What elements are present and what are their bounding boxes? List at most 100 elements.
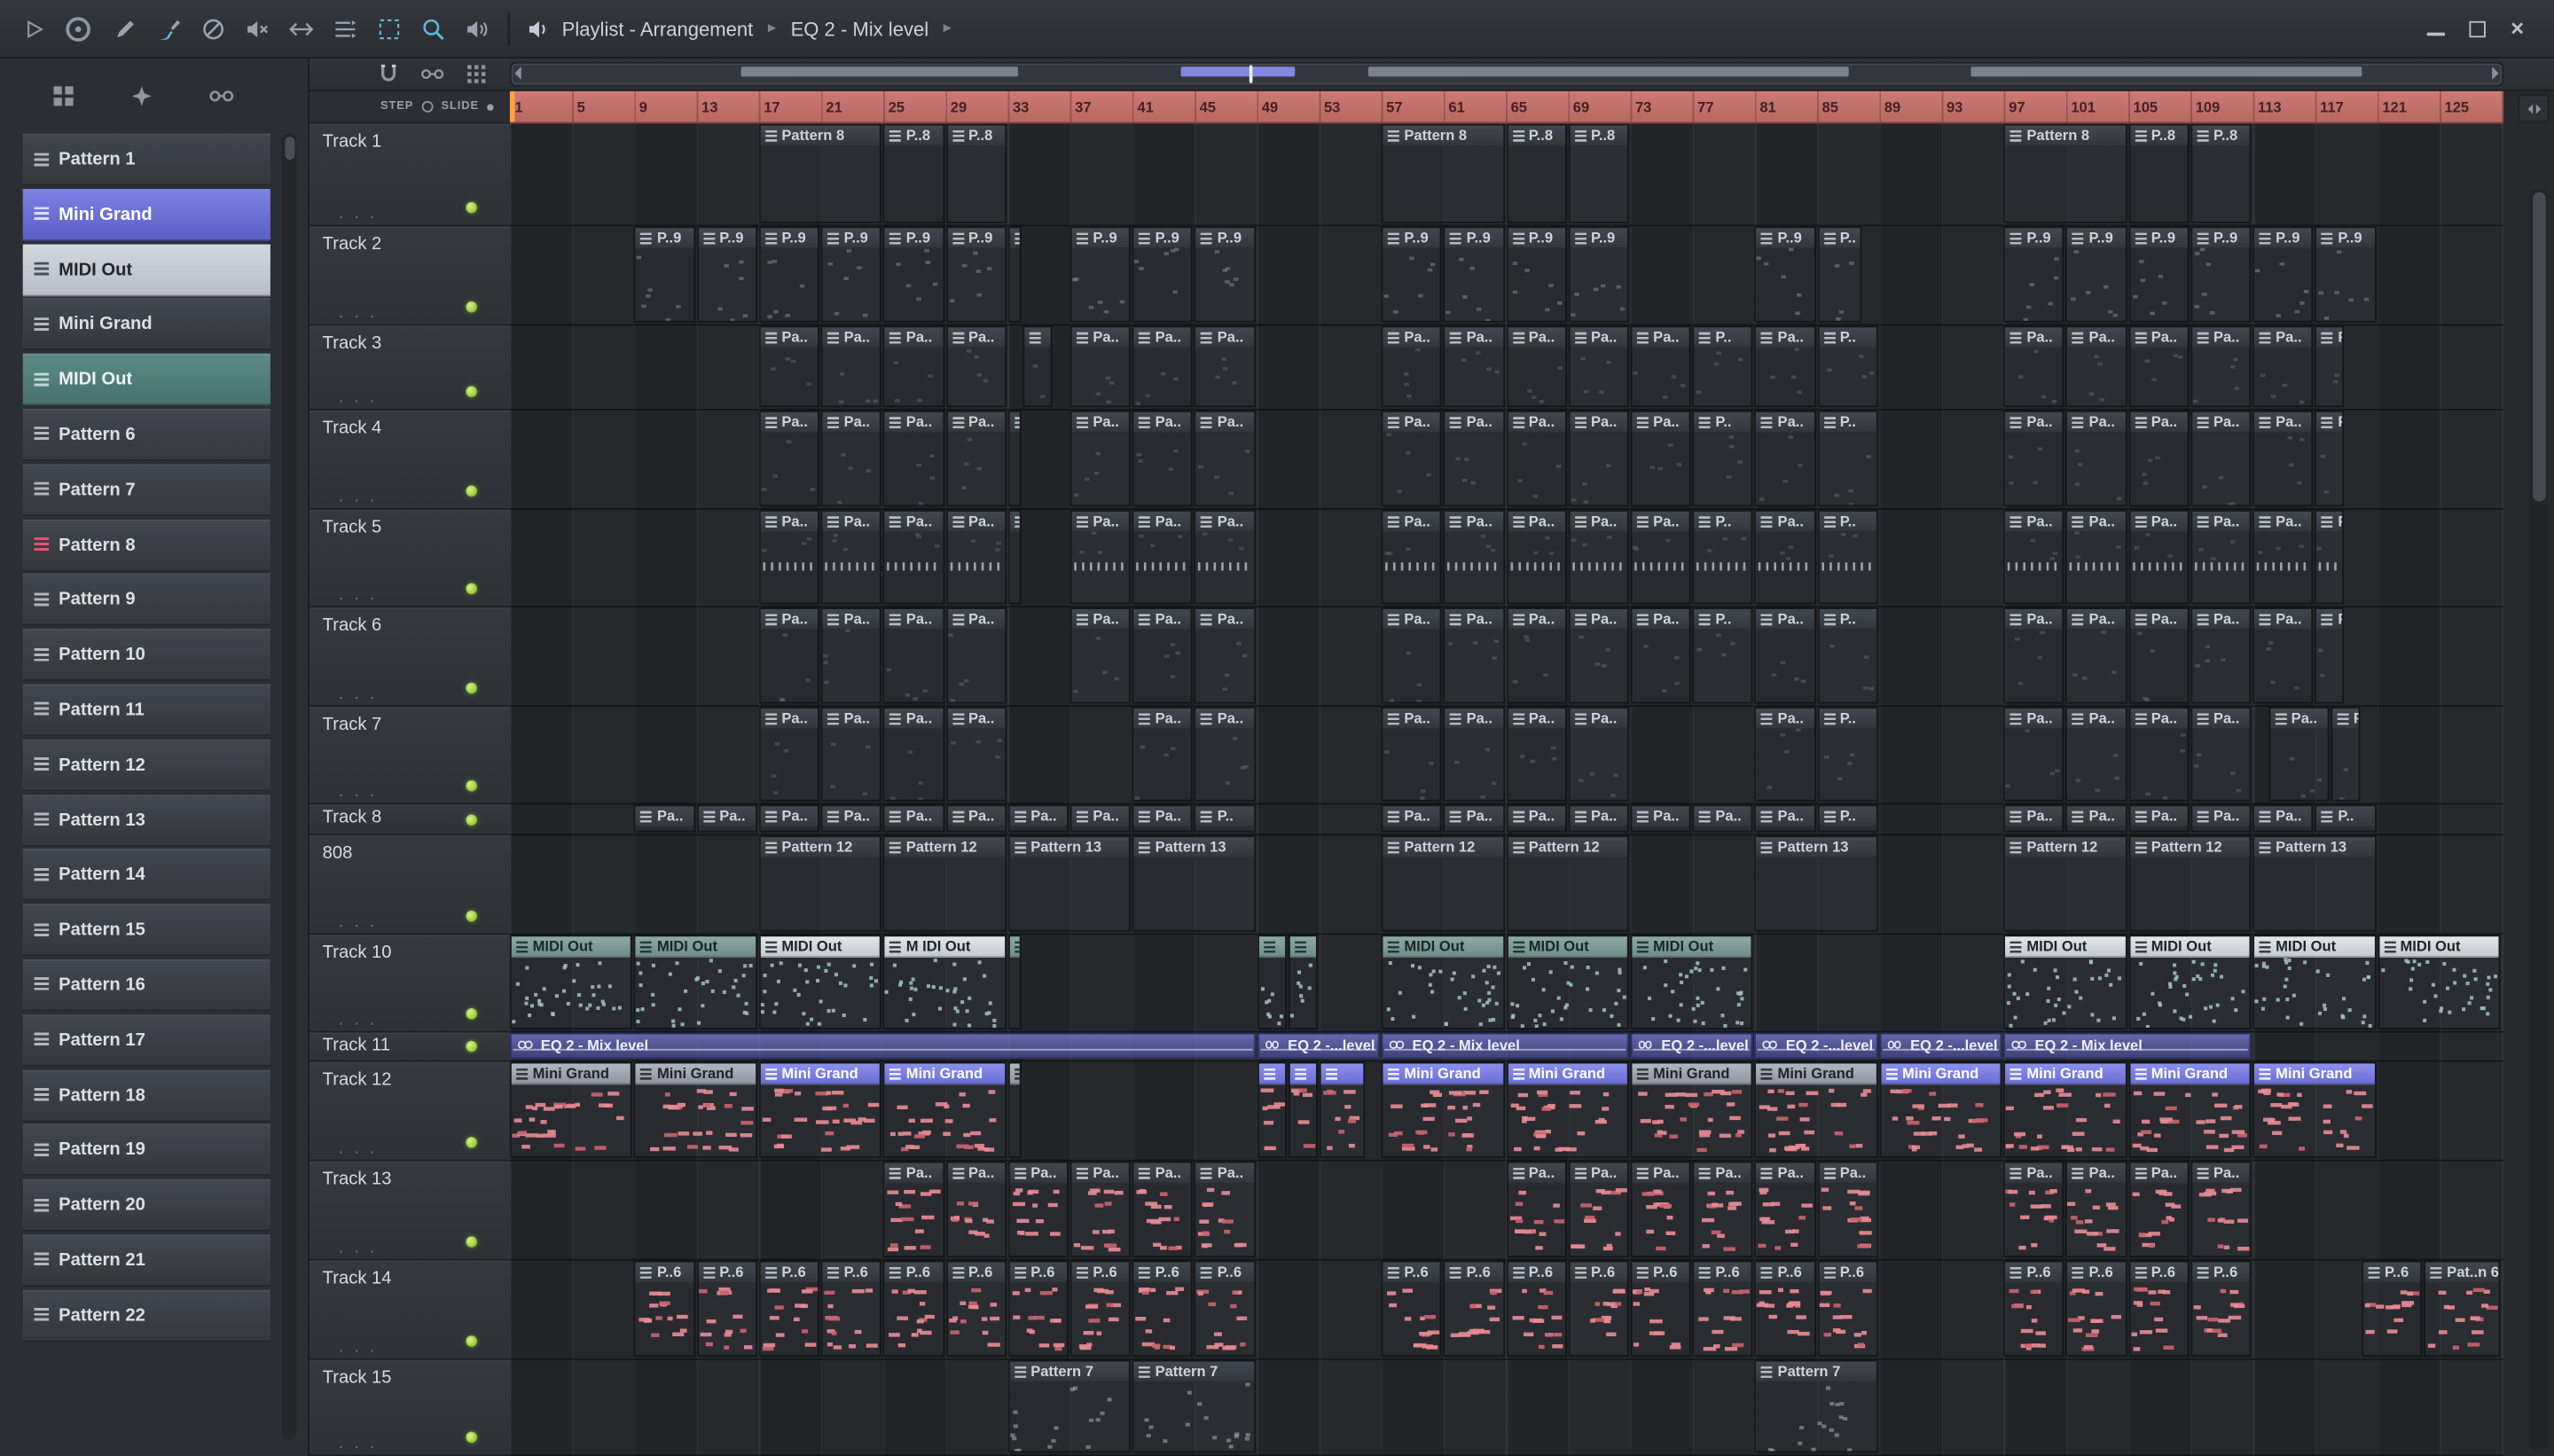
pattern-clip[interactable]: Pa.. bbox=[1506, 607, 1567, 704]
clip-header[interactable]: MIDI Out bbox=[1507, 936, 1627, 958]
clip-header[interactable]: Pa.. bbox=[2192, 708, 2250, 730]
pattern-item[interactable]: Mini Grand bbox=[22, 298, 270, 351]
clip-header[interactable]: P..9 bbox=[698, 228, 756, 250]
clip-header[interactable]: P..6 bbox=[2192, 1262, 2250, 1284]
scrollbar-thumb[interactable] bbox=[284, 137, 294, 160]
clip-header[interactable]: P.. bbox=[1195, 806, 1254, 828]
pattern-clip[interactable]: Pa.. bbox=[1195, 509, 1256, 605]
pattern-clip[interactable]: Pa.. bbox=[1443, 509, 1505, 605]
pattern-star-icon[interactable] bbox=[130, 85, 153, 108]
track-enable-led[interactable] bbox=[466, 779, 478, 792]
clip-header[interactable]: P..8 bbox=[1507, 125, 1565, 147]
pattern-clip[interactable]: Pa.. bbox=[1506, 509, 1567, 605]
playlist-lane[interactable]: Pa.. Pa.. Pa.. Pa.. Pa.. Pa.. Pa.. Pa.. Pa.. Pa..… bbox=[509, 410, 2504, 510]
pattern-clip[interactable]: Pa.. bbox=[1817, 1161, 1878, 1257]
pattern-clip[interactable]: P..6 bbox=[1007, 1260, 1069, 1357]
pattern-clip[interactable]: Mini Grand bbox=[1381, 1061, 1505, 1158]
playlist-lane[interactable]: Pa.. Pa.. Pa.. Pa.. Pa.. Pa.. Pa.. Pa.. Pa.. Pa..… bbox=[509, 325, 2504, 411]
pattern-clip[interactable]: Pa.. bbox=[1754, 1161, 1816, 1257]
pattern-clip[interactable]: Pa.. bbox=[1069, 410, 1132, 507]
pattern-clip[interactable]: Pa.. bbox=[2003, 509, 2064, 605]
clip-header[interactable]: P.. bbox=[2316, 806, 2375, 828]
pattern-clip[interactable]: Pa.. bbox=[1754, 509, 1816, 605]
pattern-clip[interactable] bbox=[1007, 509, 1022, 605]
pattern-clip[interactable]: Pa.. bbox=[1568, 325, 1629, 408]
clip-header[interactable]: Pa.. bbox=[1445, 411, 1503, 434]
pattern-clip[interactable]: Pa.. bbox=[820, 607, 882, 704]
pattern-clip[interactable]: MIDI Out bbox=[2128, 935, 2252, 1029]
pattern-clip[interactable]: P..9 bbox=[1132, 226, 1194, 323]
pattern-clip[interactable]: Pattern 7 bbox=[1007, 1359, 1132, 1453]
clip-header[interactable]: P..8 bbox=[2192, 125, 2250, 147]
pattern-clip[interactable]: P..6 bbox=[945, 1260, 1007, 1357]
pattern-clip[interactable]: Pa.. bbox=[1443, 325, 1505, 408]
clip-header[interactable]: P..9 bbox=[1445, 228, 1503, 250]
clip-header[interactable]: Pa.. bbox=[2192, 327, 2250, 349]
pattern-item[interactable]: Pattern 6 bbox=[22, 408, 270, 461]
automation-clip[interactable]: EQ 2 - Mix level bbox=[509, 1032, 1256, 1059]
playlist-lane[interactable]: MIDI Out MIDI Out MIDI Out M IDI Out MIDI Ou… bbox=[509, 935, 2504, 1033]
pattern-clip[interactable]: P..9 bbox=[2065, 226, 2127, 323]
pattern-clip[interactable]: Pa.. bbox=[758, 325, 820, 408]
track-enable-led[interactable] bbox=[466, 814, 478, 826]
clip-header[interactable]: Pa.. bbox=[1133, 327, 1192, 349]
clip-header[interactable]: Pa.. bbox=[1445, 608, 1503, 630]
clip-header[interactable]: Pa.. bbox=[947, 806, 1005, 828]
clip-header[interactable]: Pa.. bbox=[2254, 608, 2312, 630]
clip-header[interactable]: Pa.. bbox=[1071, 1162, 1130, 1185]
paint-tool-icon[interactable] bbox=[156, 15, 182, 41]
pattern-clip[interactable]: P..6 bbox=[758, 1260, 820, 1357]
pattern-clip[interactable] bbox=[1319, 1061, 1365, 1158]
pattern-clip[interactable]: Mini Grand bbox=[2252, 1061, 2376, 1158]
pattern-clip[interactable]: P..6 bbox=[1195, 1260, 1256, 1357]
clip-header[interactable]: Pa.. bbox=[2005, 708, 2064, 730]
pattern-clip[interactable]: P..8 bbox=[1568, 123, 1629, 223]
pattern-clip[interactable]: Pa.. bbox=[1195, 1161, 1256, 1257]
pattern-clip[interactable]: Mini Grand bbox=[883, 1061, 1007, 1158]
clip-header[interactable]: MIDI Out bbox=[1632, 936, 1752, 958]
pattern-item[interactable]: Pattern 17 bbox=[22, 1014, 270, 1067]
pattern-clip[interactable]: Pa.. bbox=[2003, 607, 2064, 704]
pattern-clip[interactable]: Pa.. bbox=[1506, 410, 1567, 507]
slide-toggle[interactable] bbox=[487, 103, 494, 110]
pattern-clip[interactable]: Pa.. bbox=[1443, 410, 1505, 507]
clip-header[interactable]: Pattern 7 bbox=[1133, 1361, 1254, 1383]
clip-header[interactable]: Pa.. bbox=[636, 806, 693, 828]
pattern-clip[interactable]: P..6 bbox=[1692, 1260, 1754, 1357]
pattern-clip[interactable]: Mini Grand bbox=[758, 1061, 882, 1158]
clip-header[interactable]: Pa.. bbox=[1195, 327, 1254, 349]
pattern-clip[interactable]: Pa.. bbox=[945, 325, 1007, 408]
playlist-lane[interactable]: EQ 2 - Mix level EQ 2 -...level EQ 2 - Mix… bbox=[509, 1032, 2504, 1062]
clip-header[interactable] bbox=[1289, 936, 1316, 958]
pattern-clip[interactable]: Pa.. bbox=[1069, 804, 1132, 833]
vertical-scrollbar[interactable] bbox=[2529, 189, 2548, 1450]
pattern-item[interactable]: Pattern 11 bbox=[22, 684, 270, 737]
pattern-clip[interactable]: Pa.. bbox=[1506, 707, 1567, 802]
pattern-clip[interactable]: P..6 bbox=[2362, 1260, 2423, 1357]
pattern-clip[interactable]: Pa.. bbox=[1443, 707, 1505, 802]
clip-header[interactable]: Pa.. bbox=[822, 708, 881, 730]
track-header[interactable]: Track 2 . . . bbox=[309, 226, 510, 326]
pattern-clip[interactable]: P..6 bbox=[1568, 1260, 1629, 1357]
pattern-clip[interactable] bbox=[1007, 1061, 1022, 1158]
pattern-clip[interactable]: MIDI Out bbox=[2252, 935, 2376, 1029]
clip-header[interactable]: Pa.. bbox=[1570, 608, 1627, 630]
clip-header[interactable]: Pa.. bbox=[1133, 806, 1192, 828]
clip-header[interactable]: P..6 bbox=[1818, 1262, 1876, 1284]
pattern-grid-icon[interactable] bbox=[52, 85, 75, 108]
pattern-clip[interactable]: P..6 bbox=[1506, 1260, 1567, 1357]
breadcrumb-selected-item[interactable]: EQ 2 - Mix level bbox=[791, 17, 929, 40]
clip-header[interactable]: Pa.. bbox=[2129, 708, 2188, 730]
track-enable-led[interactable] bbox=[466, 682, 478, 694]
breadcrumb-playlist[interactable]: Playlist - Arrangement bbox=[562, 17, 754, 40]
pattern-clip[interactable]: Pa.. bbox=[2065, 607, 2127, 704]
pattern-clip[interactable]: Pa.. bbox=[696, 804, 757, 833]
pattern-clip[interactable]: P..8 bbox=[883, 123, 944, 223]
fl-logo-icon[interactable] bbox=[62, 12, 95, 45]
clip-header[interactable]: P..8 bbox=[1570, 125, 1627, 147]
clip-header[interactable]: Pa.. bbox=[1570, 806, 1627, 828]
track-header[interactable]: Track 12 . . . bbox=[309, 1061, 510, 1162]
pattern-clip[interactable]: Pa.. bbox=[945, 804, 1007, 833]
clip-header[interactable]: Mini Grand bbox=[2129, 1063, 2250, 1085]
pattern-clip[interactable]: Pa.. bbox=[2268, 707, 2330, 802]
